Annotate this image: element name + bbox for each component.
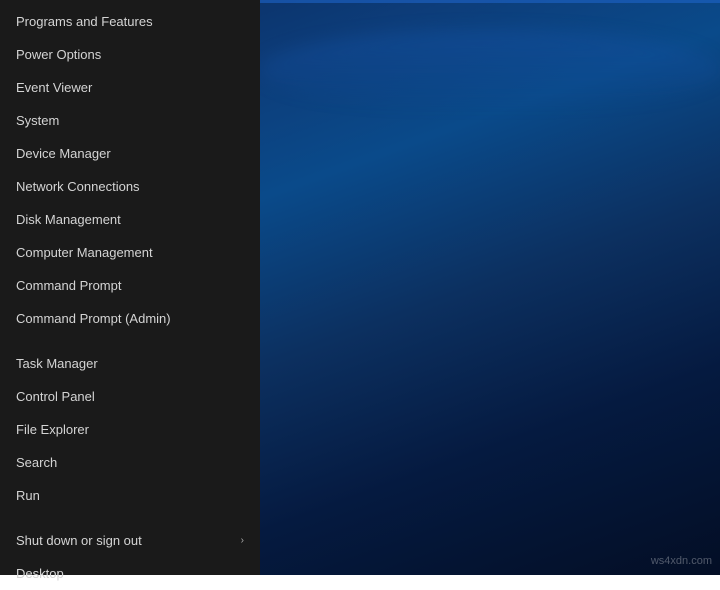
- menu-item-label-search: Search: [16, 455, 57, 470]
- menu-item-label-network-connections: Network Connections: [16, 179, 140, 194]
- menu-item-label-desktop: Desktop: [16, 566, 64, 581]
- menu-item-label-event-viewer: Event Viewer: [16, 80, 92, 95]
- submenu-arrow-icon: ›: [241, 535, 244, 546]
- menu-item-label-disk-management: Disk Management: [16, 212, 121, 227]
- menu-item-label-power-options: Power Options: [16, 47, 101, 62]
- menu-item-label-task-manager: Task Manager: [16, 356, 98, 371]
- menu-item-device-manager[interactable]: Device Manager: [0, 137, 260, 170]
- menu-item-task-manager[interactable]: Task Manager: [0, 347, 260, 380]
- menu-item-system[interactable]: System: [0, 104, 260, 137]
- menu-item-command-prompt-admin[interactable]: Command Prompt (Admin): [0, 302, 260, 335]
- menu-item-label-command-prompt: Command Prompt: [16, 278, 121, 293]
- menu-item-computer-management[interactable]: Computer Management: [0, 236, 260, 269]
- menu-item-file-explorer[interactable]: File Explorer: [0, 413, 260, 446]
- menu-item-label-computer-management: Computer Management: [16, 245, 153, 260]
- menu-item-label-system: System: [16, 113, 59, 128]
- menu-item-run[interactable]: Run: [0, 479, 260, 512]
- menu-item-desktop[interactable]: Desktop: [0, 557, 260, 590]
- menu-item-disk-management[interactable]: Disk Management: [0, 203, 260, 236]
- menu-item-shut-down-sign-out[interactable]: Shut down or sign out ›: [0, 524, 260, 557]
- menu-item-programs-features[interactable]: Programs and Features: [0, 5, 260, 38]
- menu-item-search[interactable]: Search: [0, 446, 260, 479]
- menu-item-power-options[interactable]: Power Options: [0, 38, 260, 71]
- menu-item-label-control-panel: Control Panel: [16, 389, 95, 404]
- menu-item-label-device-manager: Device Manager: [16, 146, 111, 161]
- menu-item-label-run: Run: [16, 488, 40, 503]
- menu-item-command-prompt[interactable]: Command Prompt: [0, 269, 260, 302]
- menu-item-event-viewer[interactable]: Event Viewer: [0, 71, 260, 104]
- menu-item-label-command-prompt-admin: Command Prompt (Admin): [16, 311, 171, 326]
- menu-item-network-connections[interactable]: Network Connections: [0, 170, 260, 203]
- menu-item-label-shut-down-sign-out: Shut down or sign out: [16, 533, 142, 548]
- context-menu: Programs and Features Power Options Event …: [0, 0, 260, 575]
- menu-item-label-file-explorer: File Explorer: [16, 422, 89, 437]
- menu-item-label-programs-features: Programs and Features: [16, 14, 153, 29]
- menu-item-control-panel[interactable]: Control Panel: [0, 380, 260, 413]
- watermark: ws4xdn.com: [651, 555, 712, 567]
